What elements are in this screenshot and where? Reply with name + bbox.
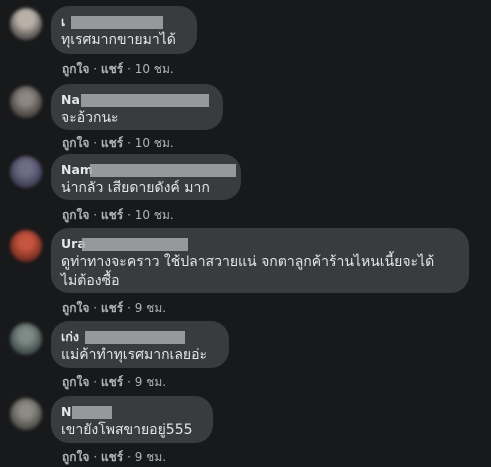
avatar[interactable] [10,398,42,430]
comment-bubble: Na จะอ้วกนะ [51,84,223,130]
comment-bubble: Nam น่ากลัว เสียดายดังค์ มาก [51,154,241,200]
like-link[interactable]: ถูกใจ [62,136,89,150]
comment-actions: ถูกใจ · แชร์ · 10 ชม. [62,60,174,79]
like-link[interactable]: ถูกใจ [62,208,89,222]
separator: · [93,375,98,389]
author-name[interactable]: Ura [61,235,457,253]
author-name-redaction [71,16,163,29]
avatar[interactable] [10,230,42,262]
reply-link[interactable]: แชร์ [101,208,123,222]
reply-link[interactable]: แชร์ [101,375,123,389]
comment-timestamp[interactable]: 9 ชม. [135,375,166,389]
author-name-redaction [90,164,236,177]
separator: · [93,136,98,150]
comment-bubble: N เขายังโพสขายอยู่555 [51,396,213,443]
separator: · [93,62,98,76]
author-name[interactable]: N [61,403,201,421]
comment-actions: ถูกใจ · แชร์ · 10 ชม. [62,206,174,225]
comment-text-line: ไม่ต้องซื้อ [61,273,120,289]
comment-actions: ถูกใจ · แชร์ · 10 ชม. [62,134,174,153]
avatar[interactable] [10,8,42,40]
like-link[interactable]: ถูกใจ [62,62,89,76]
comment-text: น่ากลัว เสียดายดังค์ มาก [61,180,210,196]
like-link[interactable]: ถูกใจ [62,375,89,389]
comment-text: แม่ค้าทำทุเรศมากเลยอ่ะ [61,347,208,363]
comment-bubble: เก่ง แม่ค้าทำทุเรศมากเลยอ่ะ [51,321,229,368]
comment-timestamp[interactable]: 10 ชม. [135,208,174,222]
author-name[interactable]: เก่ง [61,328,217,346]
comment-timestamp[interactable]: 10 ชม. [135,62,174,76]
author-name-redaction [81,94,209,107]
author-name-redaction [85,331,185,344]
comment-timestamp[interactable]: 10 ชม. [135,136,174,150]
reply-link[interactable]: แชร์ [101,62,123,76]
separator: · [93,450,98,464]
like-link[interactable]: ถูกใจ [62,301,89,315]
reply-link[interactable]: แชร์ [101,450,123,464]
comment-text: จะอ้วกนะ [61,110,119,126]
comment-bubble: Ura ดูท่าทางจะคราว ใช้ปลาสวายแน่ จกตาลูก… [51,228,469,293]
comment-text-line: ดูท่าทางจะคราว ใช้ปลาสวายแน่ จกตาลูกค้าร… [61,254,435,270]
author-name[interactable]: Na [61,91,211,109]
separator: · [127,450,131,464]
avatar[interactable] [10,323,42,355]
author-name-redaction [82,238,188,251]
separator: · [93,301,98,315]
comment-text: เขายังโพสขายอยู่555 [61,422,193,438]
author-name[interactable]: เ [61,13,185,31]
comment-timestamp[interactable]: 9 ชม. [135,301,166,315]
avatar[interactable] [10,156,42,188]
reply-link[interactable]: แชร์ [101,301,123,315]
reply-link[interactable]: แชร์ [101,136,123,150]
separator: · [127,208,131,222]
comment-bubble: เ ทุเรศมากขายมาได้ [51,6,197,54]
avatar[interactable] [10,86,42,118]
separator: · [127,301,131,315]
separator: · [127,62,131,76]
separator: · [127,136,131,150]
comment-actions: ถูกใจ · แชร์ · 9 ชม. [62,299,166,318]
comment-actions: ถูกใจ · แชร์ · 9 ชม. [62,448,166,467]
like-link[interactable]: ถูกใจ [62,450,89,464]
comment-timestamp[interactable]: 9 ชม. [135,450,166,464]
comment-actions: ถูกใจ · แชร์ · 9 ชม. [62,373,166,392]
comment-text: ทุเรศมากขายมาได้ [61,32,176,48]
author-name-redaction [72,406,112,419]
separator: · [93,208,98,222]
author-name[interactable]: Nam [61,161,236,179]
separator: · [127,375,131,389]
